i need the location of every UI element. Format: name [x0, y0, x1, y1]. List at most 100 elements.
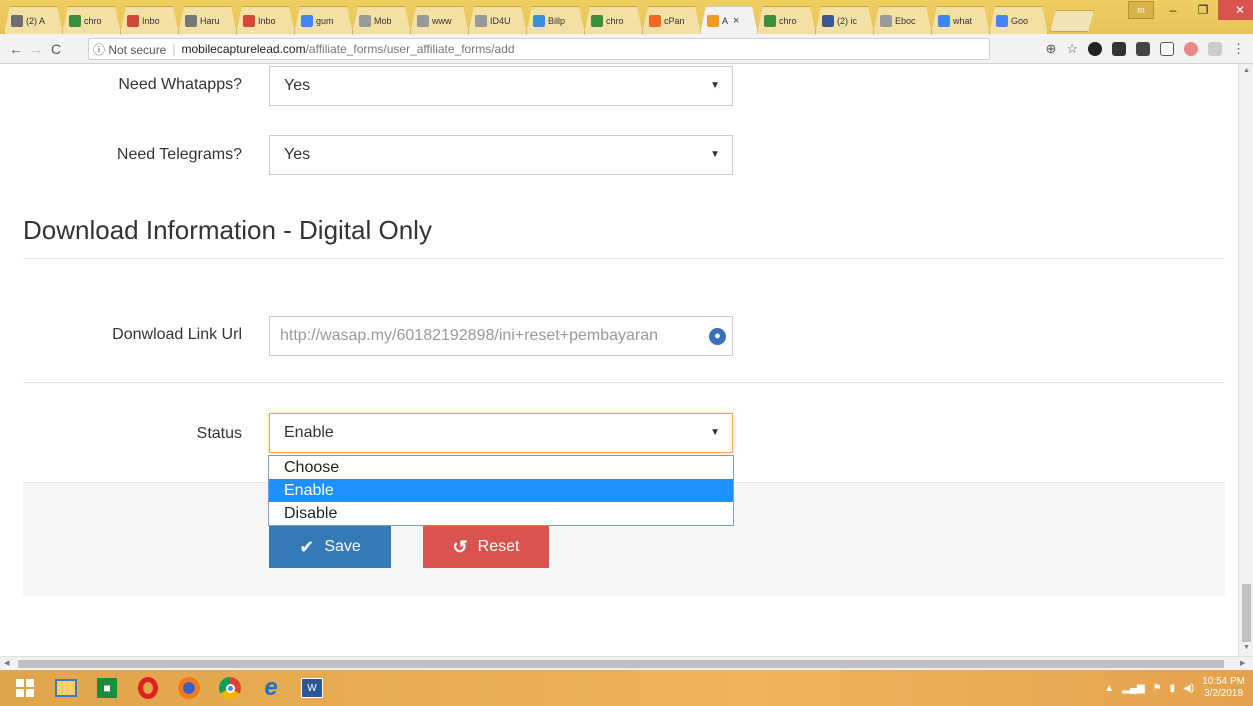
flag-icon[interactable]: ⚑ — [1153, 683, 1162, 694]
signal-icon[interactable]: ▂▄▆ — [1122, 683, 1144, 694]
chrome-icon[interactable] — [214, 673, 246, 703]
browser-tab[interactable]: Inbo — [236, 6, 295, 34]
vertical-scroll-thumb[interactable] — [1242, 584, 1251, 642]
whatsapp-select-value: Yes — [284, 77, 311, 94]
browser-tab[interactable]: www — [410, 6, 469, 34]
tray-expand-icon[interactable]: ▲ — [1104, 683, 1114, 694]
status-option-choose[interactable]: Choose — [269, 456, 733, 479]
minimize-button[interactable]: – — [1158, 0, 1188, 20]
tab-favicon-icon — [996, 15, 1008, 27]
store-icon[interactable]: ■ — [91, 673, 123, 703]
tab-favicon-icon — [649, 15, 661, 27]
browser-tab[interactable]: A × — [700, 6, 758, 34]
extension-icon[interactable] — [1160, 42, 1174, 56]
section-title: Download Information - Digital Only — [23, 215, 432, 245]
tab-favicon-icon — [359, 15, 371, 27]
browser-tab[interactable]: Goo — [989, 6, 1048, 34]
browser-tab[interactable]: chro — [757, 6, 816, 34]
browser-tab[interactable]: (2) ic — [815, 6, 874, 34]
tab-label: (2) A — [26, 15, 46, 26]
tab-favicon-icon — [301, 15, 313, 27]
tab-label: gum — [316, 15, 334, 26]
extension-icon[interactable] — [1136, 42, 1150, 56]
menu-icon[interactable]: ⋮ — [1232, 41, 1245, 57]
battery-icon[interactable]: ▮ — [1170, 683, 1176, 694]
download-link-input[interactable]: http://wasap.my/60182192898/ini+reset+pe… — [269, 316, 733, 356]
bookmark-star-icon[interactable]: ☆ — [1066, 41, 1078, 57]
tab-favicon-icon — [591, 15, 603, 27]
zoom-icon[interactable]: ⊕ — [1045, 41, 1056, 57]
clock[interactable]: 10:54 PM 3/2/2018 — [1202, 676, 1245, 700]
browser-tab[interactable]: chro — [62, 6, 121, 34]
back-button[interactable]: ← — [6, 41, 26, 57]
page-content: Need Whatapps? Yes ▼ Need Telegrams? Yes… — [0, 64, 1238, 656]
tab-label: Mob — [374, 15, 392, 26]
restore-button[interactable]: ❐ — [1188, 0, 1218, 20]
browser-tab[interactable]: Eboc — [873, 6, 932, 34]
download-link-value: http://wasap.my/60182192898/ini+reset+pe… — [280, 327, 659, 344]
browser-tab[interactable]: Haru — [178, 6, 237, 34]
window-controls: m – ❐ ✕ — [1128, 0, 1253, 20]
scroll-left-icon[interactable]: ◀ — [4, 659, 9, 667]
tab-favicon-icon — [707, 15, 719, 27]
browser-tab[interactable]: cPan — [642, 6, 701, 34]
tab-favicon-icon — [938, 15, 950, 27]
firefox-icon[interactable] — [173, 673, 205, 703]
new-tab-button[interactable] — [1050, 10, 1094, 32]
extension-icon[interactable] — [1088, 42, 1102, 56]
tab-label: chro — [779, 15, 797, 26]
browser-tab[interactable]: Mob — [352, 6, 411, 34]
status-option-enable[interactable]: Enable — [269, 479, 733, 502]
tab-label: (2) ic — [837, 15, 857, 26]
extension-icon[interactable] — [1112, 42, 1126, 56]
extension-icon[interactable] — [1208, 42, 1222, 56]
browser-tab[interactable]: what — [931, 6, 990, 34]
start-button[interactable] — [9, 673, 41, 703]
dropdown-arrow-icon: ▼ — [710, 80, 720, 91]
vertical-scrollbar[interactable]: ▲ ▼ — [1238, 64, 1253, 656]
status-select-value: Enable — [284, 424, 334, 441]
save-button[interactable]: ✔ Save — [269, 526, 391, 568]
tab-label: Inbo — [142, 15, 160, 26]
close-window-button[interactable]: ✕ — [1218, 0, 1253, 20]
scroll-down-icon[interactable]: ▼ — [1243, 644, 1250, 651]
user-profile-button[interactable]: m — [1128, 1, 1154, 19]
status-select[interactable]: Enable ▼ — [269, 413, 733, 453]
browser-tab[interactable]: Billp — [526, 6, 585, 34]
word-icon[interactable]: W — [296, 673, 328, 703]
internet-explorer-icon[interactable]: e — [255, 673, 287, 703]
tab-label: Inbo — [258, 15, 276, 26]
horizontal-scroll-thumb[interactable] — [18, 660, 1224, 668]
extension-icon[interactable] — [1184, 42, 1198, 56]
address-bar[interactable]: ⓘ Not secure | mobilecapturelead.com /af… — [88, 38, 990, 60]
clock-time: 10:54 PM — [1202, 676, 1245, 687]
browser-tab[interactable]: gum — [294, 6, 353, 34]
browser-tab[interactable]: ID4U — [468, 6, 527, 34]
status-option-disable[interactable]: Disable — [269, 502, 733, 525]
browser-tab[interactable]: chro — [584, 6, 643, 34]
browser-tab-strip: (2) A chro Inbo Haru Inbo gum Mob www ID4U Billp c… — [0, 0, 1253, 34]
forward-button[interactable]: → — [26, 41, 46, 57]
whatsapp-select[interactable]: Yes ▼ — [269, 66, 733, 106]
scroll-up-icon[interactable]: ▲ — [1243, 67, 1250, 74]
system-tray: ▲ ▂▄▆ ⚑ ▮ ◀) 10:54 PM 3/2/2018 — [1104, 670, 1245, 706]
tab-favicon-icon — [243, 15, 255, 27]
reload-button[interactable]: C — [46, 41, 66, 57]
save-button-label: Save — [324, 538, 361, 555]
browser-tab[interactable]: Inbo — [120, 6, 179, 34]
security-info[interactable]: ⓘ Not secure — [93, 41, 166, 58]
tab-label: ID4U — [490, 15, 511, 26]
scroll-right-icon[interactable]: ▶ — [1240, 659, 1245, 667]
tab-label: cPan — [664, 15, 685, 26]
tab-label: Billp — [548, 15, 566, 26]
reset-button[interactable]: ↺ Reset — [423, 526, 549, 568]
tab-label: chro — [606, 15, 624, 26]
volume-icon[interactable]: ◀) — [1183, 683, 1194, 694]
tab-close-icon[interactable]: × — [733, 15, 739, 27]
telegram-select[interactable]: Yes ▼ — [269, 135, 733, 175]
check-icon: ✔ — [299, 536, 315, 557]
opera-icon[interactable] — [132, 673, 164, 703]
file-explorer-icon[interactable] — [50, 673, 82, 703]
horizontal-scrollbar[interactable]: ◀ ▶ — [0, 656, 1253, 670]
browser-tab[interactable]: (2) A — [4, 6, 63, 34]
